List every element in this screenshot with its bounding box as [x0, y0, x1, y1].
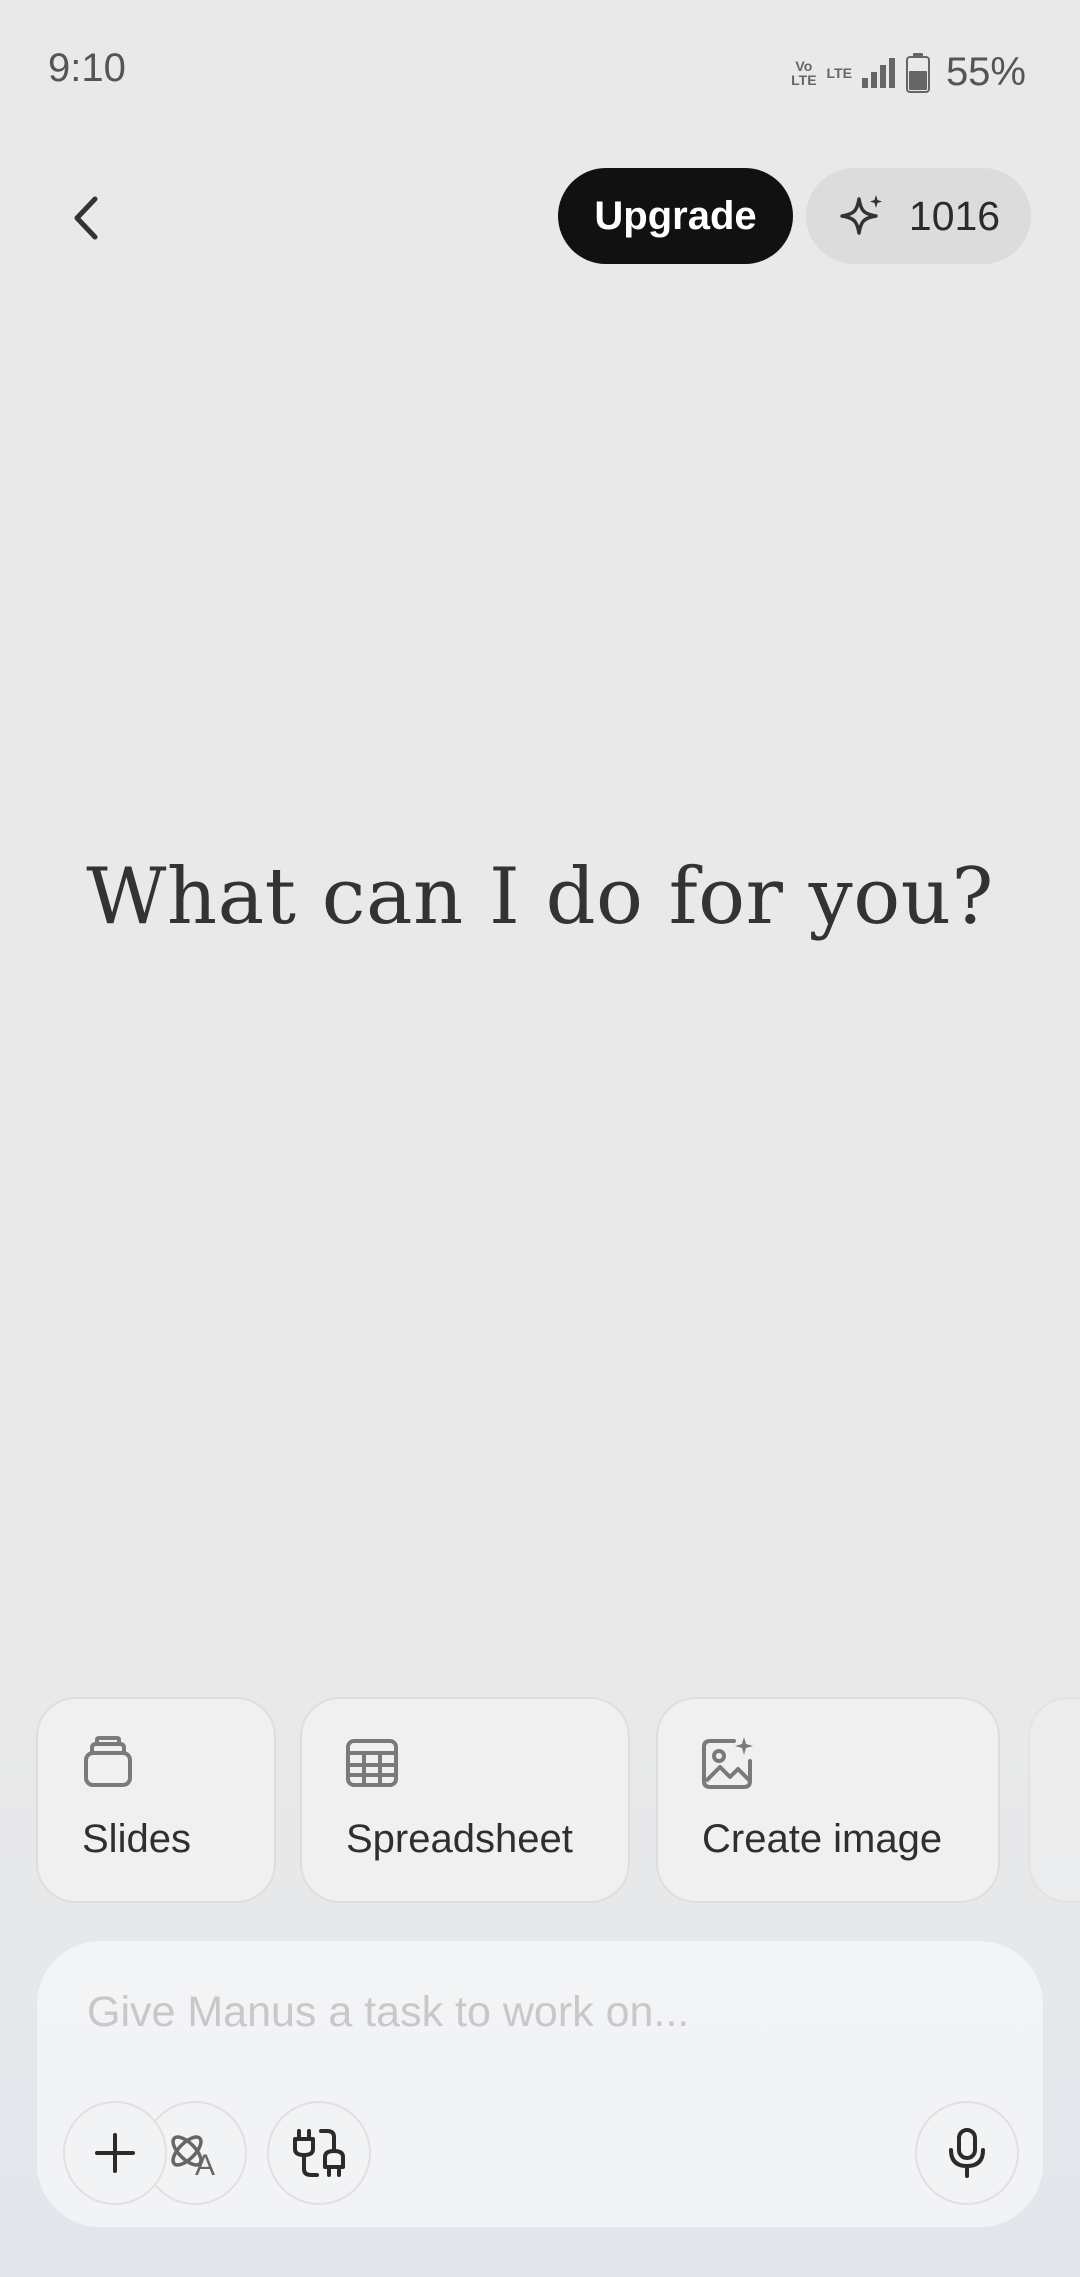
- spreadsheet-card[interactable]: Spreadsheet: [300, 1697, 630, 1903]
- battery-icon: [905, 52, 930, 93]
- spreadsheet-label: Spreadsheet: [346, 1817, 573, 1861]
- status-bar: 9:10 Vo LTE LTE 55%: [0, 0, 1080, 145]
- connectors-button[interactable]: [267, 2101, 371, 2205]
- svg-text:A: A: [195, 2149, 215, 2181]
- create-image-card[interactable]: Create image: [656, 1697, 1000, 1903]
- back-button[interactable]: [56, 178, 116, 258]
- image-sparkle-icon: [702, 1737, 753, 1789]
- status-time: 9:10: [48, 46, 126, 90]
- chevron-left-icon: [74, 196, 98, 240]
- table-icon: [346, 1739, 398, 1787]
- voice-input-button[interactable]: [915, 2101, 1019, 2205]
- plug-icon: [293, 2129, 345, 2177]
- task-composer: A: [36, 1940, 1044, 2228]
- slides-card[interactable]: Slides: [36, 1697, 276, 1903]
- task-input[interactable]: [85, 1971, 969, 2053]
- credits-button[interactable]: 1016: [806, 168, 1031, 264]
- add-attachment-button[interactable]: [63, 2101, 167, 2205]
- quick-actions: Slides Spreadsheet Create image: [36, 1697, 1080, 1903]
- plus-icon: [95, 2133, 135, 2173]
- microphone-icon: [949, 2128, 985, 2178]
- sparkle-icon: [840, 195, 882, 235]
- create-image-label: Create image: [702, 1817, 943, 1861]
- battery-percent: 55%: [945, 50, 1026, 94]
- volte-icon: Vo LTE: [791, 57, 817, 88]
- more-actions-card[interactable]: [1028, 1697, 1080, 1903]
- page-title: What can I do for you?: [86, 852, 994, 942]
- credits-count: 1016: [908, 192, 1001, 239]
- upgrade-button[interactable]: Upgrade: [558, 168, 793, 264]
- signal-icon: [861, 57, 895, 88]
- slides-icon: [84, 1736, 132, 1787]
- status-indicators: Vo LTE LTE 55%: [791, 50, 1026, 95]
- slides-label: Slides: [82, 1817, 191, 1861]
- translate-atom-icon: A: [171, 2135, 215, 2181]
- lte-label: LTE: [826, 64, 852, 81]
